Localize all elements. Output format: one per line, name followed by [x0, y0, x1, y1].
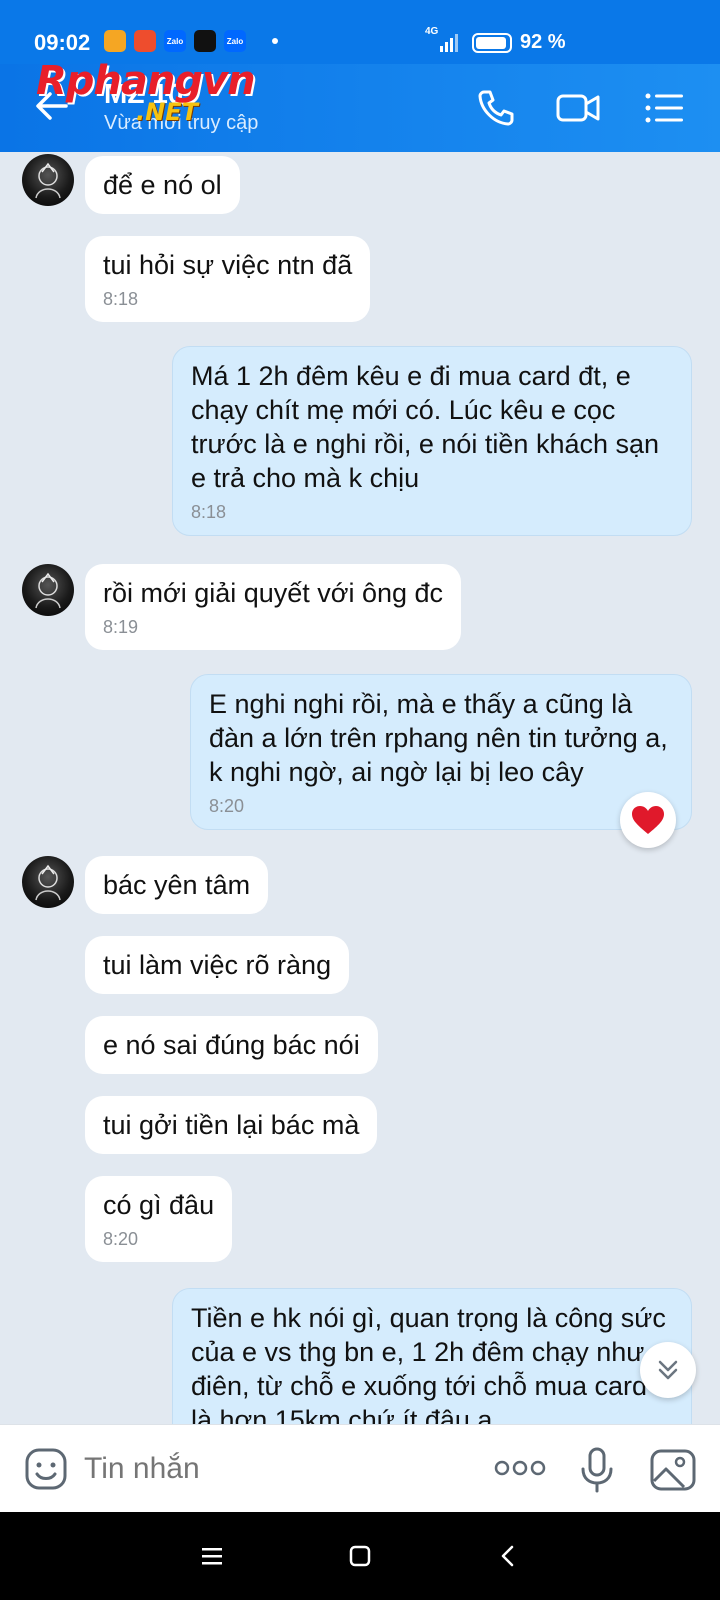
message-text: bác yên tâm: [103, 870, 251, 900]
message-bubble-incoming[interactable]: rồi mới giải quyết với ông đc 8:19: [85, 564, 462, 650]
contact-avatar[interactable]: [22, 856, 74, 908]
recent-apps-icon[interactable]: [198, 1542, 226, 1570]
watermark-logo-suffix: .NET: [136, 98, 198, 126]
message-text: e nó sai đúng bác nói: [103, 1030, 360, 1060]
status-bar: 09:02 Zalo Zalo 4G 92 %: [0, 0, 720, 64]
heart-icon: [632, 806, 664, 834]
message-text: để e nó ol: [103, 170, 222, 200]
phone-icon[interactable]: [472, 84, 520, 132]
notes-app-icon: [104, 30, 126, 52]
home-icon[interactable]: [346, 1542, 374, 1570]
message-text: tui hỏi sự việc ntn đã: [103, 250, 353, 280]
menu-icon[interactable]: [640, 84, 688, 132]
zalo-app-icon: Zalo: [164, 30, 186, 52]
tiktok-app-icon: [194, 30, 216, 52]
more-notifications-icon: [272, 38, 278, 44]
message-bubble-incoming[interactable]: tui hỏi sự việc ntn đã 8:18: [85, 236, 371, 322]
chat-header: MZ 10 Vừa mới truy cập Rphangvn .NET: [0, 58, 720, 152]
signal-icon: [440, 34, 458, 52]
message-bubble-incoming[interactable]: bác yên tâm: [85, 856, 269, 914]
message-bubble-outgoing[interactable]: E nghi nghi rồi, mà e thấy a cũng là đàn…: [190, 674, 692, 830]
message-bubble-incoming[interactable]: để e nó ol: [85, 156, 240, 214]
battery-icon: [472, 33, 512, 53]
contact-avatar[interactable]: [22, 564, 74, 616]
message-bubble-outgoing[interactable]: Má 1 2h đêm kêu e đi mua card đt, e chạy…: [172, 346, 692, 536]
video-call-icon[interactable]: [554, 84, 602, 132]
message-text: có gì đâu: [103, 1190, 215, 1220]
message-text: rồi mới giải quyết với ông đc: [103, 578, 444, 608]
back-icon[interactable]: [494, 1542, 522, 1570]
message-bubble-incoming[interactable]: tui gởi tiền lại bác mà: [85, 1096, 378, 1154]
message-list[interactable]: để e nó ol tui hỏi sự việc ntn đã 8:18 M…: [0, 152, 720, 1424]
battery-level: 92 %: [520, 31, 566, 53]
composer-bar: [0, 1424, 720, 1512]
message-bubble-outgoing[interactable]: Tiền e hk nói gì, quan trọng là công sức…: [172, 1288, 692, 1424]
message-time: 8:18: [191, 502, 227, 522]
message-time: 8:19: [103, 617, 139, 637]
heart-reaction[interactable]: [620, 792, 676, 848]
message-time: 8:20: [103, 1229, 139, 1249]
message-bubble-incoming[interactable]: e nó sai đúng bác nói: [85, 1016, 378, 1074]
contact-avatar[interactable]: [22, 154, 74, 206]
sticker-emoji-icon[interactable]: [24, 1447, 68, 1491]
image-gallery-icon[interactable]: [650, 1449, 696, 1491]
message-time: 8:20: [209, 796, 245, 816]
scroll-to-bottom-button[interactable]: [640, 1342, 696, 1398]
double-chevron-down-icon: [658, 1360, 678, 1380]
message-text: Má 1 2h đêm kêu e đi mua card đt, e chạy…: [191, 361, 660, 493]
status-time: 09:02: [34, 30, 91, 55]
message-text: Tiền e hk nói gì, quan trọng là công sức…: [191, 1303, 666, 1424]
message-bubble-incoming[interactable]: tui làm việc rõ ràng: [85, 936, 350, 994]
message-bubble-incoming[interactable]: có gì đâu 8:20: [85, 1176, 233, 1262]
shopee-app-icon: [134, 30, 156, 52]
zalo-app-icon: Zalo: [224, 30, 246, 52]
more-options-icon[interactable]: [494, 1459, 546, 1477]
message-text: E nghi nghi rồi, mà e thấy a cũng là đàn…: [209, 689, 668, 787]
message-time: 8:18: [103, 289, 139, 309]
message-input[interactable]: [84, 1449, 464, 1489]
microphone-icon[interactable]: [578, 1447, 616, 1493]
notification-icons: Zalo Zalo: [104, 30, 278, 52]
system-navigation-bar: [0, 1512, 720, 1600]
network-label: 4G: [425, 26, 439, 37]
message-text: tui gởi tiền lại bác mà: [103, 1110, 360, 1140]
message-text: tui làm việc rõ ràng: [103, 950, 332, 980]
